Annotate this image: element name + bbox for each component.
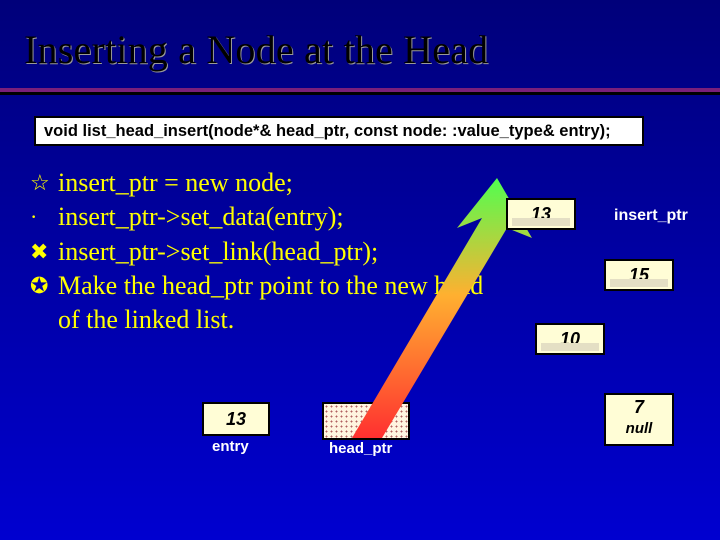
bullet-2-icon: · — [30, 200, 58, 233]
bullet-3: ✖ insert_ptr->set_link(head_ptr); — [30, 235, 510, 269]
head-ptr-box — [322, 402, 410, 440]
bullet-4-icon: ✪ — [30, 269, 58, 302]
bullet-list: ☆ insert_ptr = new node; · insert_ptr->s… — [30, 166, 510, 338]
node-10: 10 — [535, 323, 605, 355]
rule-black — [0, 92, 720, 95]
node-null-label: null — [626, 420, 653, 437]
bullet-4-text: Make the head_ptr point to the new head … — [58, 269, 510, 338]
bullet-2: · insert_ptr->set_data(entry); — [30, 200, 510, 234]
node-7-null: 7 null — [604, 393, 674, 446]
insert-ptr-label: insert_ptr — [614, 207, 688, 225]
slide: Inserting a Node at the Head void list_h… — [0, 0, 720, 540]
node-15: 15 — [604, 259, 674, 291]
bullet-1-icon: ☆ — [30, 166, 58, 199]
slide-title: Inserting a Node at the Head — [24, 26, 488, 73]
entry-value: 13 — [226, 409, 246, 430]
node-15-link — [610, 279, 668, 287]
head-ptr-label: head_ptr — [329, 440, 392, 457]
bullet-1-text: insert_ptr = new node; — [58, 166, 510, 200]
node-13: 13 — [506, 198, 576, 230]
node-10-link — [541, 343, 599, 351]
function-signature-box: void list_head_insert(node*& head_ptr, c… — [34, 116, 644, 146]
entry-box: 13 — [202, 402, 270, 436]
bullet-2-text: insert_ptr->set_data(entry); — [58, 200, 510, 234]
function-signature-text: void list_head_insert(node*& head_ptr, c… — [44, 122, 611, 141]
entry-label: entry — [212, 438, 249, 455]
bullet-3-icon: ✖ — [30, 235, 58, 268]
node-7-value: 7 — [634, 397, 644, 418]
bullet-1: ☆ insert_ptr = new node; — [30, 166, 510, 200]
bullet-3-text: insert_ptr->set_link(head_ptr); — [58, 235, 510, 269]
bullet-4: ✪ Make the head_ptr point to the new hea… — [30, 269, 510, 338]
node-13-link — [512, 218, 570, 226]
